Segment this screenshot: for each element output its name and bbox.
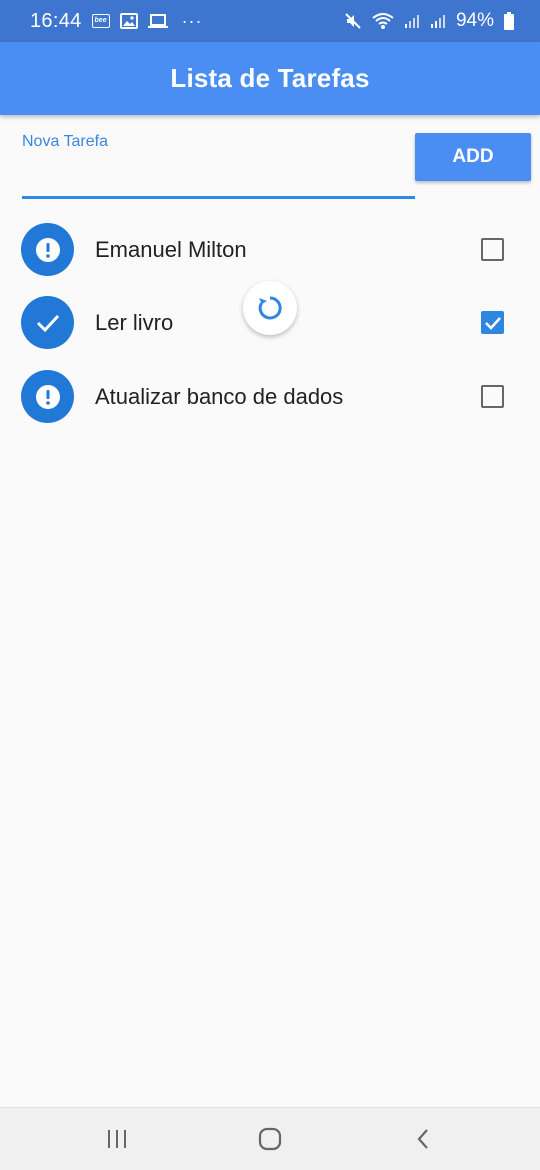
new-task-input[interactable] (22, 158, 415, 196)
more-dots-icon: ··· (181, 10, 203, 31)
battery-percent: 94% (455, 10, 494, 31)
bee-icon: bee (91, 14, 110, 28)
input-underline (22, 196, 415, 199)
task-label: Ler livro (95, 310, 174, 335)
mute-icon (344, 12, 362, 30)
new-task-label: Nova Tarefa (22, 133, 108, 150)
list-item[interactable]: Emanuel Milton (0, 213, 540, 286)
status-left: 16:44 bee ··· (30, 10, 203, 33)
image-icon (119, 13, 138, 29)
nav-bar (0, 1107, 540, 1170)
refresh-icon (243, 281, 297, 335)
back-icon[interactable] (393, 1114, 453, 1164)
task-label: Atualizar banco de dados (95, 384, 344, 409)
task-checkbox-checked[interactable] (481, 311, 504, 334)
laptop-icon (147, 13, 168, 29)
page-title: Lista de Tarefas (170, 63, 370, 93)
status-time: 16:44 (30, 9, 82, 32)
wifi-icon (372, 12, 394, 30)
task-checkbox[interactable] (481, 238, 504, 261)
checkmark-icon (484, 316, 501, 330)
signal-icon (430, 13, 446, 29)
status-bar: 16:44 bee ··· 94% (0, 0, 540, 42)
task-label: Emanuel Milton (95, 237, 247, 262)
battery-icon (504, 12, 514, 30)
task-checkbox[interactable] (481, 385, 504, 408)
add-button[interactable]: ADD (415, 133, 531, 181)
app-bar: Lista de Tarefas (0, 42, 540, 115)
alert-icon (21, 370, 74, 423)
home-icon[interactable] (240, 1114, 300, 1164)
list-item[interactable]: Atualizar banco de dados (0, 360, 540, 433)
recent-apps-icon[interactable] (87, 1114, 147, 1164)
check-icon (21, 296, 74, 349)
status-right: 94% (344, 10, 514, 32)
alert-icon (21, 223, 74, 276)
signal-icon (404, 13, 420, 29)
